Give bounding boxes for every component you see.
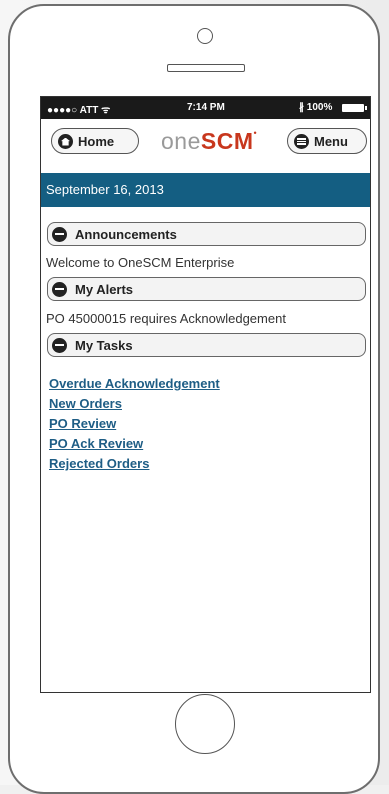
earpiece-speaker [167,64,245,72]
home-icon [58,133,73,149]
section-header-tasks[interactable]: My Tasks [47,333,366,357]
collapse-icon [52,226,67,242]
menu-button[interactable]: Menu [287,128,367,154]
task-link-po-review[interactable]: PO Review [49,416,116,431]
status-time: 7:14 PM [187,102,225,113]
battery-percent: ∦ 100% [299,102,333,113]
section-header-announcements[interactable]: Announcements [47,222,366,246]
date-bar: September 16, 2013 [41,173,370,207]
collapse-icon [52,281,67,297]
alert-text: PO 45000015 requires Acknowledgement [46,311,286,326]
phone-frame: ●●●●○ ATT ᯤ 7:14 PM ∦ 100% Home oneSCM• … [8,4,380,794]
home-button-label: Home [78,133,115,149]
menu-button-label: Menu [314,133,348,149]
section-header-alerts[interactable]: My Alerts [47,277,366,301]
home-button[interactable]: Home [51,128,139,154]
announcement-text: Welcome to OneSCM Enterprise [46,255,235,270]
task-link-overdue-acknowledgement[interactable]: Overdue Acknowledgement [49,376,220,391]
section-title: Announcements [75,226,177,242]
collapse-icon [52,337,67,353]
brand-logo: oneSCM• [161,128,258,154]
task-link-new-orders[interactable]: New Orders [49,396,122,411]
task-link-rejected-orders[interactable]: Rejected Orders [49,456,149,471]
status-bar: ●●●●○ ATT ᯤ 7:14 PM ∦ 100% [41,97,370,119]
phone-screen: ●●●●○ ATT ᯤ 7:14 PM ∦ 100% Home oneSCM• … [40,96,371,693]
task-link-po-ack-review[interactable]: PO Ack Review [49,436,143,451]
device-home-button[interactable] [175,694,235,754]
menu-icon [294,133,309,149]
nav-bar: Home oneSCM• Menu [41,119,370,163]
section-title: My Tasks [75,337,133,353]
signal-carrier: ●●●●○ ATT ᯤ [47,105,111,116]
battery-icon [342,104,367,112]
section-title: My Alerts [75,281,134,297]
front-camera [197,28,213,44]
